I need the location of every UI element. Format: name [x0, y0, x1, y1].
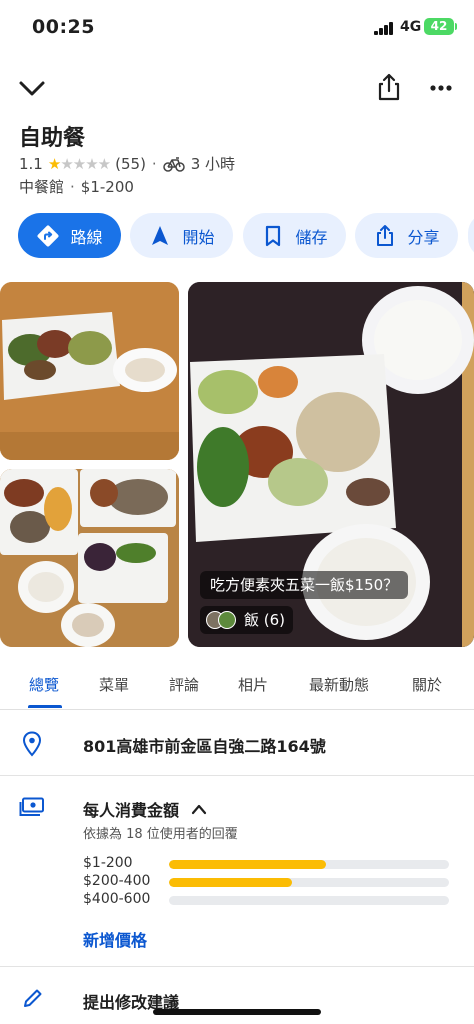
active-tab-indicator	[28, 705, 62, 708]
add-price-link[interactable]: 新增價格	[83, 927, 147, 951]
location-pin-icon	[22, 731, 42, 757]
save-label: 儲存	[295, 227, 328, 247]
start-label: 開始	[182, 227, 215, 247]
tag-avatars	[206, 611, 236, 629]
avatar	[218, 611, 236, 629]
food-photo-2[interactable]	[0, 469, 179, 647]
price-section-subtitle: 依據為 18 位使用者的回覆	[83, 827, 238, 842]
battery-icon: 42	[424, 18, 457, 35]
star-filled-icon: ★	[47, 154, 61, 173]
price-bar-label: $400-600	[83, 891, 151, 907]
price-bar-fill	[169, 860, 326, 869]
price-bar-row: $1-200	[83, 855, 453, 873]
share-button[interactable]: 分享	[355, 213, 458, 258]
status-bar: 00:25 4G 42	[0, 0, 474, 56]
tab-overview[interactable]: 總覽	[29, 674, 59, 695]
directions-button[interactable]: 路線	[18, 213, 121, 258]
tab-about[interactable]: 關於	[412, 674, 442, 695]
food-photo-2-image	[0, 469, 179, 647]
network-type: 4G	[400, 19, 422, 35]
travel-time: 3 小時	[190, 155, 236, 173]
bicycle-icon	[162, 156, 185, 172]
price-section-title: 每人消費金額	[83, 801, 180, 820]
status-time: 00:25	[32, 16, 95, 38]
tab-photos[interactable]: 相片	[238, 674, 268, 695]
cash-icon	[19, 797, 44, 816]
price-bar-track	[169, 860, 449, 869]
home-indicator[interactable]	[153, 1009, 321, 1015]
star-rating: ★★★★★	[47, 154, 111, 173]
food-photo-1[interactable]	[0, 282, 179, 460]
photo-tag-label: 飯 (6)	[244, 611, 286, 629]
price-range: $1-200	[80, 178, 134, 196]
top-bar	[0, 64, 474, 112]
star-empty-icon: ★	[60, 154, 73, 173]
directions-icon	[37, 225, 59, 246]
price-bar-fill	[169, 878, 293, 887]
divider	[0, 966, 474, 967]
pencil-icon	[24, 989, 42, 1007]
divider	[0, 775, 474, 776]
price-bar-track	[169, 878, 449, 887]
directions-label: 路線	[70, 227, 103, 247]
rating-line[interactable]: 1.1 ★★★★★ (55) · 3 小時	[19, 153, 235, 174]
review-count: (55)	[115, 154, 146, 173]
star-empty-icon: ★	[85, 154, 98, 173]
chevron-down-icon[interactable]	[18, 74, 46, 102]
separator-dot: ·	[151, 154, 157, 173]
photo-caption: 吃方便素夾五菜一飯$150？	[200, 571, 409, 599]
address-text[interactable]: 801高雄市前金區自強二路164號	[83, 733, 326, 757]
price-bar-label: $200-400	[83, 873, 151, 889]
more-options-icon[interactable]	[426, 74, 456, 102]
tab-reviews[interactable]: 評論	[169, 674, 199, 695]
rating-value: 1.1	[19, 154, 43, 173]
price-bar-row: $400-600	[83, 891, 453, 909]
tab-bar: 總覽 菜單 評論 相片 最新動態 關於	[0, 660, 474, 710]
share-label: 分享	[407, 227, 440, 247]
tab-updates[interactable]: 最新動態	[309, 674, 369, 695]
price-bar-label: $1-200	[83, 855, 133, 871]
share-icon[interactable]	[374, 72, 404, 102]
star-empty-icon: ★	[97, 154, 111, 173]
chevron-up-icon	[191, 804, 207, 815]
share-icon	[377, 224, 394, 246]
navigation-icon	[152, 225, 169, 245]
action-chips: 路線 開始 儲存 分享	[18, 213, 474, 259]
place-category: 中餐館	[19, 178, 65, 196]
star-empty-icon: ★	[72, 154, 86, 173]
price-bar-row: $200-400	[83, 873, 453, 891]
more-actions-chip[interactable]	[468, 213, 474, 258]
photo-tag-chip[interactable]: 飯 (6)	[200, 606, 294, 634]
save-button[interactable]: 儲存	[243, 213, 346, 258]
start-button[interactable]: 開始	[130, 213, 233, 258]
cellular-signal-icon	[374, 22, 394, 35]
price-bar-track	[169, 896, 449, 905]
separator-dot: ·	[70, 178, 75, 196]
food-photo-1-image	[0, 282, 179, 460]
category-line: 中餐館 · $1-200	[19, 176, 134, 197]
tab-menu[interactable]: 菜單	[99, 674, 129, 695]
place-title: 自助餐	[19, 126, 86, 151]
bookmark-icon	[266, 225, 281, 246]
price-section-header[interactable]: 每人消費金額	[83, 797, 207, 821]
